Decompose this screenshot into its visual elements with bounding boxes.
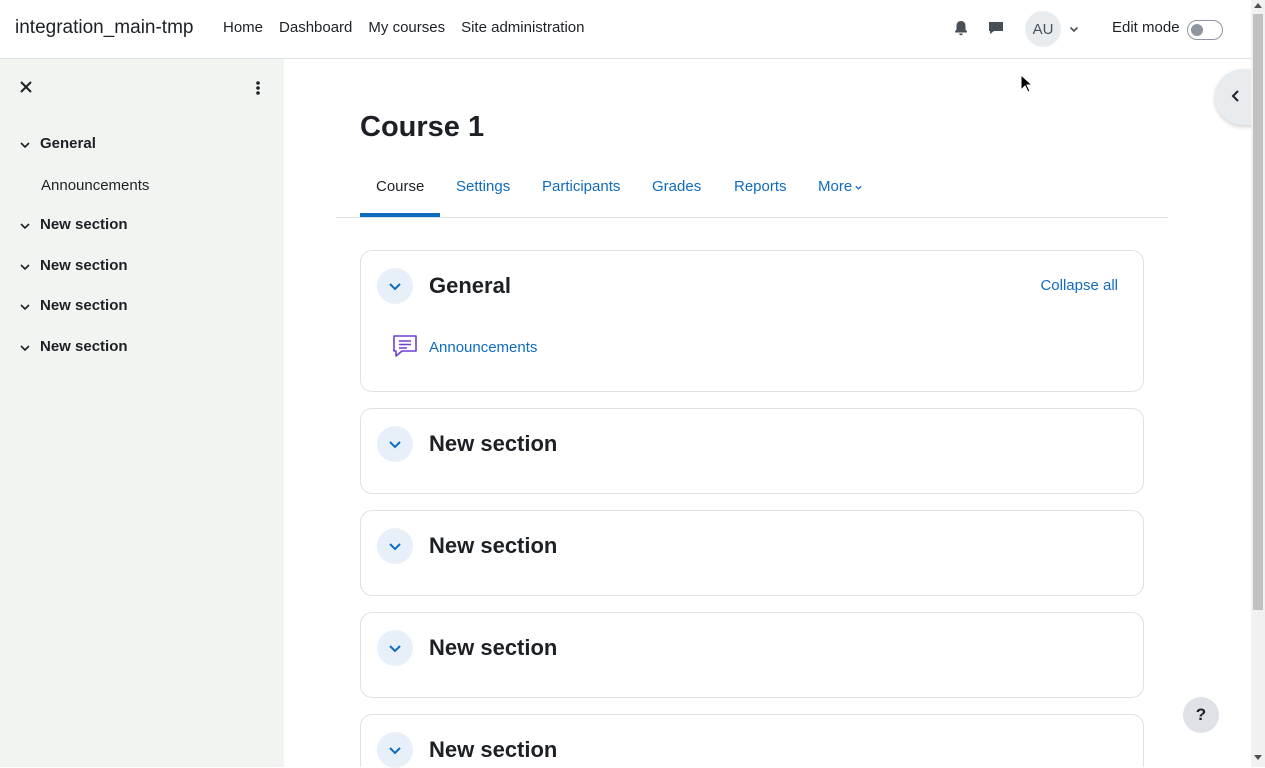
- close-icon[interactable]: [19, 80, 33, 94]
- course-section-card: New section: [360, 510, 1144, 596]
- page-title: Course 1: [360, 111, 485, 143]
- tab-settings[interactable]: Settings: [456, 178, 510, 195]
- chevron-down-icon[interactable]: [19, 260, 31, 272]
- top-navbar: integration_main-tmp Home Dashboard My c…: [0, 0, 1251, 59]
- activity-announcements-link[interactable]: Announcements: [429, 339, 537, 356]
- messages-chat-icon[interactable]: [987, 19, 1005, 37]
- chevron-down-icon: [389, 283, 401, 291]
- section-title[interactable]: New section: [429, 635, 557, 661]
- course-index-section-label[interactable]: General: [40, 135, 96, 152]
- section-collapse-toggle[interactable]: [377, 268, 413, 304]
- chevron-down-icon[interactable]: [19, 300, 31, 312]
- active-tab-indicator: [360, 213, 440, 217]
- chevron-down-icon: [855, 185, 862, 190]
- chevron-down-icon: [389, 441, 401, 449]
- chevron-left-icon: [1231, 90, 1239, 102]
- course-section-card: New section: [360, 714, 1144, 768]
- chevron-down-icon[interactable]: [1068, 22, 1080, 34]
- course-index-drawer: General Announcements New section New se…: [0, 59, 284, 767]
- vertical-scrollbar[interactable]: [1251, 0, 1265, 767]
- course-index-activity[interactable]: Announcements: [41, 177, 149, 194]
- tab-grades[interactable]: Grades: [652, 178, 701, 195]
- scroll-up-arrow-icon[interactable]: [1254, 3, 1262, 8]
- section-collapse-toggle[interactable]: [377, 732, 413, 768]
- course-section-card: General Collapse all Announcements: [360, 250, 1144, 392]
- course-index-section-label[interactable]: New section: [40, 338, 128, 355]
- chevron-down-icon[interactable]: [19, 341, 31, 353]
- section-title[interactable]: New section: [429, 737, 557, 763]
- nav-home-link[interactable]: Home: [223, 19, 263, 36]
- collapse-all-link[interactable]: Collapse all: [1040, 277, 1118, 294]
- chevron-down-icon[interactable]: [19, 219, 31, 231]
- nav-dashboard-link[interactable]: Dashboard: [279, 19, 352, 36]
- nav-my-courses-link[interactable]: My courses: [368, 19, 445, 36]
- kebab-menu-icon[interactable]: [253, 79, 263, 97]
- user-avatar[interactable]: AU: [1025, 11, 1061, 47]
- section-title[interactable]: General: [429, 273, 511, 299]
- scrollbar-thumb[interactable]: [1253, 14, 1263, 610]
- forum-icon: [391, 332, 419, 360]
- help-button[interactable]: ?: [1183, 697, 1219, 733]
- section-collapse-toggle[interactable]: [377, 630, 413, 666]
- section-title[interactable]: New section: [429, 431, 557, 457]
- course-section-card: New section: [360, 612, 1144, 698]
- tab-more-label: More: [818, 178, 853, 195]
- notifications-bell-icon[interactable]: [952, 19, 970, 37]
- site-name[interactable]: integration_main-tmp: [15, 17, 193, 39]
- chevron-down-icon: [389, 543, 401, 551]
- course-index-section-label[interactable]: New section: [40, 297, 128, 314]
- tab-reports[interactable]: Reports: [734, 178, 787, 195]
- edit-mode-label: Edit mode: [1112, 19, 1180, 36]
- mouse-cursor-icon: [1020, 73, 1034, 94]
- edit-mode-toggle[interactable]: [1187, 20, 1223, 40]
- section-collapse-toggle[interactable]: [377, 426, 413, 462]
- nav-site-administration-link[interactable]: Site administration: [461, 19, 584, 36]
- tab-more[interactable]: More: [818, 178, 863, 195]
- section-collapse-toggle[interactable]: [377, 528, 413, 564]
- section-title[interactable]: New section: [429, 533, 557, 559]
- tab-participants[interactable]: Participants: [542, 178, 620, 195]
- course-section-card: New section: [360, 408, 1144, 494]
- course-index-section-label[interactable]: New section: [40, 257, 128, 274]
- scroll-down-arrow-icon[interactable]: [1254, 755, 1262, 760]
- tab-course[interactable]: Course: [376, 178, 424, 195]
- chevron-down-icon: [389, 645, 401, 653]
- chevron-down-icon[interactable]: [19, 138, 31, 150]
- secondary-navigation: Course Settings Participants Grades Repo…: [336, 168, 1168, 218]
- course-index-section-label[interactable]: New section: [40, 216, 128, 233]
- chevron-down-icon: [389, 747, 401, 755]
- primary-navigation: Home Dashboard My courses Site administr…: [223, 19, 601, 36]
